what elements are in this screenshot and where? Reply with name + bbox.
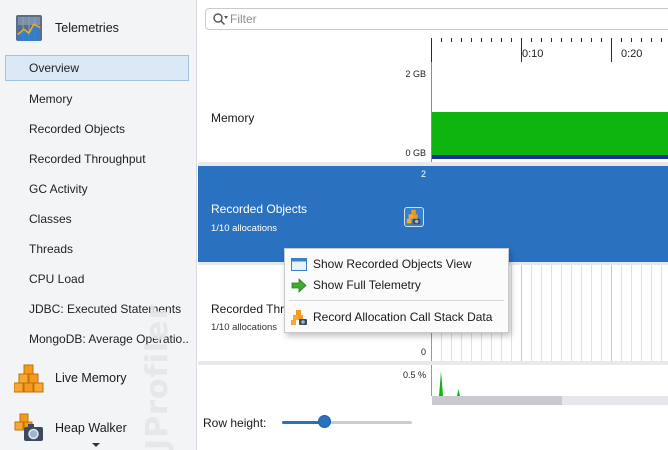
chevron-down-icon[interactable]	[92, 443, 100, 447]
menu-item-label: Show Recorded Objects View	[313, 257, 472, 271]
axis-tick	[631, 38, 632, 42]
time-label-20s: 0:20	[621, 48, 643, 60]
sidebar-item-recorded-throughput[interactable]: Recorded Throughput	[5, 146, 189, 172]
graph-gridline	[431, 365, 432, 396]
axis-tick	[591, 38, 592, 42]
menu-item-label: Show Full Telemetry	[313, 278, 421, 292]
sidebar-item-overview[interactable]: Overview	[5, 55, 189, 81]
telemetries-label: Telemetries	[55, 21, 119, 35]
graph-gridline	[591, 265, 592, 361]
row-height-slider-thumb[interactable]	[318, 415, 332, 428]
telemetries-section-header[interactable]: Telemetries	[0, 8, 196, 48]
gc-activity-spikes	[439, 371, 460, 396]
axis-tick	[581, 38, 582, 42]
axis-tick	[541, 38, 542, 42]
sidebar: Telemetries Overview Memory Recorded Obj…	[0, 0, 197, 450]
memory-used-fill	[432, 112, 668, 158]
menu-item-label: Record Allocation Call Stack Data	[313, 310, 493, 324]
telemetry-row-gc-activity[interactable]: 0.5 %	[198, 365, 668, 396]
axis-tick	[531, 38, 532, 42]
graph-gridline	[521, 265, 522, 361]
timeline-horizontal-scrollbar[interactable]	[432, 396, 668, 405]
graph-gridline	[661, 265, 662, 361]
filter-box[interactable]	[205, 8, 668, 30]
axis-tick	[641, 38, 642, 42]
axis-tick	[441, 38, 442, 42]
graph-gridline	[651, 265, 652, 361]
memory-free-line	[432, 155, 668, 159]
row-title-recorded-objects: Recorded Objects	[211, 202, 308, 216]
telemetry-row-memory[interactable]: Memory 2 GB 0 GB	[198, 62, 668, 162]
axis-tick	[491, 38, 492, 42]
live-memory-icon	[14, 364, 44, 393]
telemetries-icon	[16, 15, 42, 41]
menu-separator	[289, 300, 504, 301]
graph-gridline	[531, 265, 532, 361]
axis-tick	[501, 38, 502, 42]
axis-tick	[661, 38, 662, 42]
graph-gridline	[621, 265, 622, 361]
graph-gridline	[551, 265, 552, 361]
row-title-memory: Memory	[211, 111, 255, 125]
memory-min-label: 0 GB	[405, 148, 426, 158]
graph-gridline	[581, 265, 582, 361]
axis-tick	[621, 38, 622, 42]
filter-input[interactable]	[230, 11, 650, 27]
graph-gridline	[511, 265, 512, 361]
scrollbar-thumb[interactable]	[432, 396, 562, 405]
axis-tick	[481, 38, 482, 42]
allocation-record-icon	[291, 310, 307, 325]
axis-tick	[601, 38, 602, 42]
row-subtitle-recorded-throughput: 1/10 allocations	[211, 322, 278, 333]
window-icon	[291, 258, 307, 271]
axis-tick	[611, 38, 612, 62]
graph-gridline	[571, 265, 572, 361]
menu-item-show-recorded-objects-view[interactable]: Show Recorded Objects View	[285, 254, 508, 275]
allocation-record-icon[interactable]	[404, 207, 424, 227]
axis-tick	[451, 38, 452, 42]
sidebar-item-gc-activity[interactable]: GC Activity	[5, 176, 189, 202]
sidebar-item-recorded-objects[interactable]: Recorded Objects	[5, 116, 189, 142]
sidebar-item-classes[interactable]: Classes	[5, 206, 189, 232]
memory-max-label: 2 GB	[405, 69, 426, 79]
graph-gridline	[641, 265, 642, 361]
graph-gridline	[561, 265, 562, 361]
sidebar-item-memory[interactable]: Memory	[5, 86, 189, 112]
axis-tick	[551, 38, 552, 42]
graph-gridline	[601, 265, 602, 361]
memory-graph	[431, 62, 668, 162]
gc-activity-max-label: 0.5 %	[402, 370, 426, 380]
green-arrow-icon	[291, 278, 307, 293]
search-icon	[213, 13, 228, 26]
graph-gridline	[631, 265, 632, 361]
axis-tick	[471, 38, 472, 42]
axis-tick	[571, 38, 572, 42]
row-height-slider-track[interactable]	[282, 421, 412, 424]
live-memory-label: Live Memory	[55, 371, 127, 385]
axis-tick	[651, 38, 652, 42]
recorded-throughput-min-label: 0	[420, 347, 426, 357]
context-menu: Show Recorded Objects View Show Full Tel…	[284, 248, 509, 333]
axis-tick	[561, 38, 562, 42]
axis-tick	[461, 38, 462, 42]
graph-gridline	[541, 265, 542, 361]
heap-walker-label: Heap Walker	[55, 421, 127, 435]
row-height-label: Row height:	[203, 416, 267, 430]
overview-panel: 0:10 0:20 Memory 2 GB 0 GB 2 Recorded Ob…	[198, 0, 668, 450]
menu-item-record-allocation-call-stack-data[interactable]: Record Allocation Call Stack Data	[285, 307, 508, 328]
recorded-objects-max-label: 2	[420, 169, 426, 179]
graph-gridline	[611, 265, 612, 361]
gc-activity-graph	[431, 365, 668, 396]
heap-walker-icon	[14, 413, 43, 441]
time-axis: 0:10 0:20	[198, 38, 668, 62]
axis-tick	[431, 38, 432, 62]
time-label-10s: 0:10	[522, 48, 544, 60]
row-subtitle-recorded-objects: 1/10 allocations	[211, 223, 278, 234]
jprofiler-watermark: JProfiler	[140, 303, 175, 450]
axis-tick	[511, 38, 512, 42]
menu-item-show-full-telemetry[interactable]: Show Full Telemetry	[285, 275, 508, 296]
